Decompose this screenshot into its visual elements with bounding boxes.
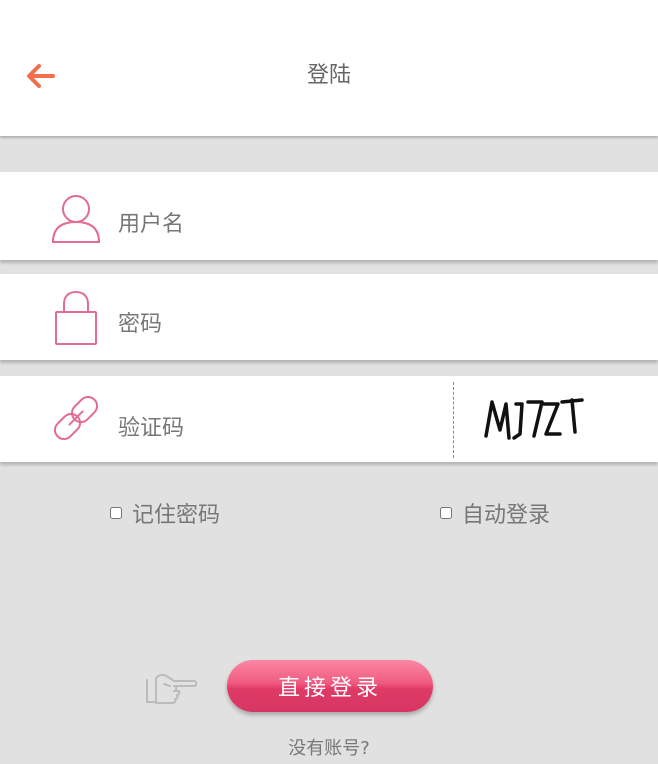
lock-icon bbox=[48, 290, 104, 346]
user-icon bbox=[48, 190, 104, 246]
password-input[interactable] bbox=[118, 304, 598, 344]
login-button[interactable]: 直接登录 bbox=[227, 660, 433, 712]
captcha-image[interactable] bbox=[478, 390, 590, 446]
captcha-input[interactable] bbox=[118, 408, 438, 448]
link-icon bbox=[48, 390, 104, 446]
page-title: 登陆 bbox=[306, 63, 351, 88]
auto-login-checkbox[interactable] bbox=[440, 507, 452, 519]
header-bar: 登陆 bbox=[0, 0, 658, 136]
auto-login-option[interactable]: 自动登录 bbox=[440, 498, 550, 528]
username-row bbox=[0, 172, 658, 260]
remember-password-option[interactable]: 记住密码 bbox=[110, 498, 220, 528]
password-row bbox=[0, 274, 658, 360]
captcha-divider bbox=[453, 382, 454, 458]
remember-password-label: 记住密码 bbox=[132, 503, 221, 528]
remember-password-checkbox[interactable] bbox=[110, 507, 122, 519]
pointing-hand-icon bbox=[146, 673, 198, 704]
auto-login-label: 自动登录 bbox=[462, 503, 551, 528]
captcha-row bbox=[0, 376, 658, 462]
username-input[interactable] bbox=[118, 204, 598, 244]
register-link[interactable]: 没有账号? bbox=[0, 734, 658, 760]
